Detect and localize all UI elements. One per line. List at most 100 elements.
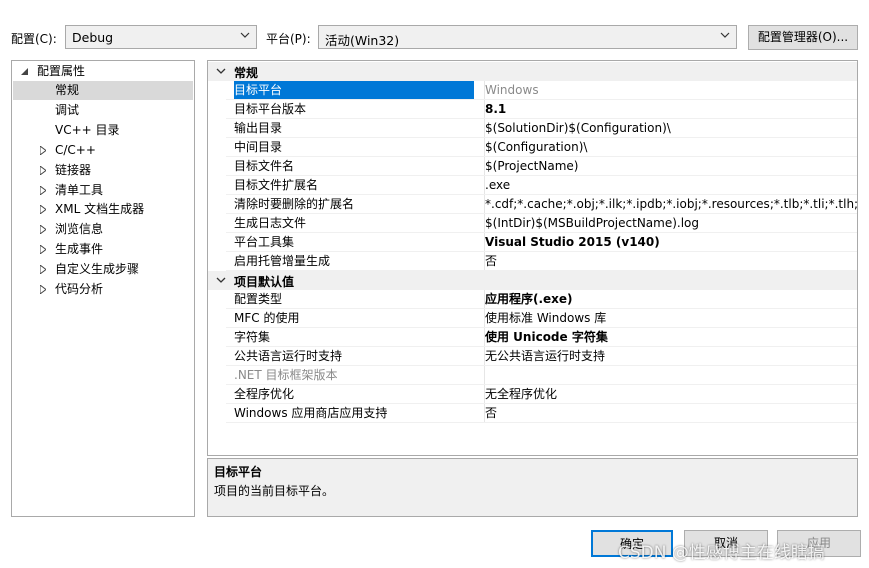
tree-item[interactable]: 代码分析 <box>13 280 193 299</box>
property-name: 字符集 <box>234 330 271 344</box>
grid-row[interactable]: 启用托管增量生成 否 <box>208 252 857 271</box>
property-name: 目标平台 <box>234 81 474 100</box>
chevron-down-icon[interactable] <box>216 66 226 76</box>
grid-row[interactable]: 目标文件扩展名 .exe <box>208 176 857 195</box>
config-combobox[interactable]: Debug <box>65 25 257 49</box>
property-value[interactable]: 否 <box>484 252 857 271</box>
grid-row[interactable]: 目标平台版本 8.1 <box>208 100 857 119</box>
property-name: 全程序优化 <box>234 387 295 401</box>
property-value[interactable]: Visual Studio 2015 (v140) <box>484 233 857 252</box>
property-name: 平台工具集 <box>234 235 295 249</box>
tree-item-label: 自定义生成步骤 <box>55 262 140 277</box>
property-value[interactable]: Windows <box>484 81 857 100</box>
watermark: CSDN @性感博主在线瞎搞 <box>618 543 825 563</box>
triangle-right-icon[interactable] <box>40 225 46 235</box>
chevron-down-icon <box>720 32 730 38</box>
tree-item[interactable]: C/C++ <box>13 141 193 160</box>
property-name: Windows 应用商店应用支持 <box>234 406 388 420</box>
property-value[interactable]: $(IntDir)$(MSBuildProjectName).log <box>484 214 857 233</box>
tree-item[interactable]: 链接器 <box>13 161 193 180</box>
property-value[interactable]: 使用标准 Windows 库 <box>484 309 857 328</box>
triangle-right-icon[interactable] <box>40 265 46 275</box>
tree-item-label: 链接器 <box>55 162 92 177</box>
grid-row[interactable]: 全程序优化 无全程序优化 <box>208 385 857 404</box>
property-name: MFC 的使用 <box>234 311 300 325</box>
grid-category[interactable]: 常规 <box>208 62 857 81</box>
tree-item[interactable]: 常规 <box>13 81 193 100</box>
config-manager-button[interactable]: 配置管理器(O)... <box>748 25 858 50</box>
platform-value: 活动(Win32) <box>325 33 400 48</box>
grid-row[interactable]: MFC 的使用 使用标准 Windows 库 <box>208 309 857 328</box>
tree-item[interactable]: 生成事件 <box>13 240 193 259</box>
property-name: 中间目录 <box>234 140 283 154</box>
tree-item-label: XML 文档生成器 <box>55 202 145 217</box>
property-name: .NET 目标框架版本 <box>234 368 338 382</box>
config-label: 配置(C): <box>11 32 57 46</box>
property-value[interactable] <box>484 366 857 385</box>
grid-row[interactable]: Windows 应用商店应用支持 否 <box>208 404 857 423</box>
platform-combobox[interactable]: 活动(Win32) <box>318 25 737 49</box>
property-value[interactable]: 应用程序(.exe) <box>484 290 857 309</box>
tree-item-label: 浏览信息 <box>55 222 104 237</box>
grid-row[interactable]: 配置类型 应用程序(.exe) <box>208 290 857 309</box>
property-value[interactable]: *.cdf;*.cache;*.obj;*.ilk;*.ipdb;*.iobj;… <box>484 195 857 214</box>
grid-row[interactable]: 清除时要删除的扩展名 *.cdf;*.cache;*.obj;*.ilk;*.ip… <box>208 195 857 214</box>
property-value[interactable]: 无全程序优化 <box>484 385 857 404</box>
grid-row[interactable]: .NET 目标框架版本 <box>208 366 857 385</box>
triangle-right-icon[interactable] <box>40 285 46 294</box>
property-grid: 常规 目标平台 Windows 目标平台版本 8.1 输出目录 $(SolutionDir)… <box>207 60 858 456</box>
property-name: 公共语言运行时支持 <box>234 349 343 363</box>
triangle-right-icon[interactable] <box>40 165 46 175</box>
grid-category[interactable]: 项目默认值 <box>208 271 857 290</box>
property-name: 生成日志文件 <box>234 216 307 230</box>
grid-row[interactable]: 公共语言运行时支持 无公共语言运行时支持 <box>208 347 857 366</box>
property-value[interactable]: .exe <box>484 176 857 195</box>
triangle-right-icon[interactable] <box>40 245 46 255</box>
tree-item[interactable]: 清单工具 <box>13 181 193 200</box>
property-name: 目标平台版本 <box>234 102 307 116</box>
chevron-down-icon[interactable] <box>216 275 226 285</box>
tree-item[interactable]: XML 文档生成器 <box>13 200 193 219</box>
triangle-right-icon[interactable] <box>40 145 46 155</box>
property-name: 启用托管增量生成 <box>234 254 331 268</box>
property-name: 目标文件扩展名 <box>234 178 319 192</box>
property-value[interactable]: 8.1 <box>484 100 857 119</box>
tree-item-label: C/C++ <box>55 142 96 157</box>
property-value[interactable]: 无公共语言运行时支持 <box>484 347 857 366</box>
property-name: 配置类型 <box>234 292 283 306</box>
description-text: 项目的当前目标平台。 <box>214 484 335 498</box>
tree-item-label: 调试 <box>55 102 80 117</box>
grid-row[interactable]: 中间目录 $(Configuration)\ <box>208 138 857 157</box>
grid-row[interactable]: 字符集 使用 Unicode 字符集 <box>208 328 857 347</box>
tree-item-label: 代码分析 <box>55 282 104 296</box>
grid-row[interactable]: 目标文件名 $(ProjectName) <box>208 157 857 176</box>
property-value[interactable]: 否 <box>484 404 857 423</box>
property-value[interactable]: $(ProjectName) <box>484 157 857 176</box>
tree-item-label: 常规 <box>55 83 80 97</box>
description-title: 目标平台 <box>214 465 263 479</box>
platform-label: 平台(P): <box>266 32 311 46</box>
grid-row[interactable]: 目标平台 Windows <box>208 81 857 100</box>
chevron-down-icon <box>240 32 250 38</box>
grid-row[interactable]: 生成日志文件 $(IntDir)$(MSBuildProjectName).log <box>208 214 857 233</box>
row-divider <box>226 422 857 423</box>
property-value[interactable]: $(Configuration)\ <box>484 138 857 157</box>
tree-item[interactable]: 浏览信息 <box>13 220 193 239</box>
tree-item[interactable]: 自定义生成步骤 <box>13 260 193 279</box>
property-name: 输出目录 <box>234 121 283 135</box>
grid-row[interactable]: 平台工具集 Visual Studio 2015 (v140) <box>208 233 857 252</box>
triangle-down-icon[interactable] <box>21 68 28 75</box>
triangle-right-icon[interactable] <box>40 205 46 215</box>
tree-item[interactable]: 调试 <box>13 101 193 120</box>
property-name: 目标文件名 <box>234 159 295 173</box>
tree-root-label: 配置属性 <box>37 64 86 78</box>
property-value[interactable]: 使用 Unicode 字符集 <box>484 328 857 347</box>
description-panel: 目标平台 项目的当前目标平台。 <box>207 458 858 517</box>
triangle-right-icon[interactable] <box>40 185 46 195</box>
grid-row[interactable]: 输出目录 $(SolutionDir)$(Configuration)\ <box>208 119 857 138</box>
grid-category-title: 项目默认值 <box>234 275 295 289</box>
tree-item-label: 生成事件 <box>55 242 104 257</box>
property-name: 清除时要删除的扩展名 <box>234 197 355 211</box>
property-value[interactable]: $(SolutionDir)$(Configuration)\ <box>484 119 857 138</box>
tree-item[interactable]: VC++ 目录 <box>13 121 193 140</box>
